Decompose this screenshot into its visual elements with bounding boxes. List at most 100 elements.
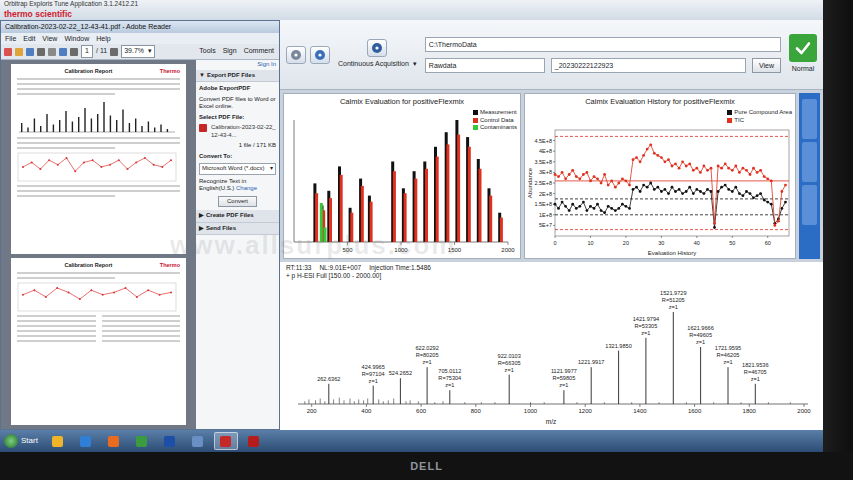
- report-trend-chart: [17, 152, 177, 182]
- path-field[interactable]: C:\ThermoData: [425, 37, 781, 52]
- minor-peak: [443, 401, 444, 404]
- tick-mark: [767, 236, 768, 238]
- side-tab[interactable]: [802, 142, 817, 182]
- report-bar: [72, 122, 73, 133]
- data-point: [756, 194, 759, 197]
- tick-mark: [347, 242, 348, 245]
- convert-button[interactable]: Convert: [218, 196, 257, 208]
- taskbar-button[interactable]: [242, 432, 266, 450]
- report-bar: [129, 123, 130, 132]
- data-point: [678, 188, 681, 191]
- data-point: [625, 205, 628, 208]
- menu-item[interactable]: Window: [64, 34, 89, 43]
- x-tick-label: 800: [471, 408, 482, 414]
- screen: Orbitrap Exploris Tune Application 3.1.2…: [0, 0, 823, 452]
- taskbar-button[interactable]: [186, 432, 210, 450]
- file-name: Calibration-2023-02-22_12-43-4...: [211, 124, 276, 139]
- legend-label: Control Data: [480, 117, 514, 125]
- minor-peak: [464, 402, 465, 404]
- tool-button[interactable]: Tools: [197, 46, 217, 57]
- suffix-field[interactable]: _20230222122923: [551, 58, 746, 73]
- zoom-value: 39.7%: [124, 46, 144, 57]
- page-number-field[interactable]: 1: [81, 45, 93, 58]
- data-point: [699, 171, 702, 174]
- tick-mark: [530, 404, 531, 407]
- data-point: [586, 171, 589, 174]
- limit-line: [555, 214, 789, 215]
- toolbar-icon[interactable]: [48, 48, 56, 56]
- minor-peak: [741, 402, 742, 404]
- file-field[interactable]: Rawdata: [425, 58, 545, 73]
- tool-button[interactable]: Sign: [221, 46, 239, 57]
- taskbar-button[interactable]: [130, 432, 154, 450]
- app-title: Orbitrap Exploris Tune Application 3.1.2…: [4, 0, 819, 9]
- recognize-row: Recognize Text in English(U.S.) Change: [199, 178, 276, 193]
- toolbar-icon[interactable]: [4, 48, 12, 56]
- pane-section[interactable]: ▶Create PDF Files: [196, 210, 279, 223]
- standby-button[interactable]: [286, 46, 306, 64]
- report-bar: [116, 120, 117, 132]
- sign-in-link[interactable]: Sign In: [196, 60, 279, 70]
- data-point: [607, 205, 610, 208]
- data-point: [720, 186, 723, 189]
- toolbar-icon[interactable]: [15, 48, 23, 56]
- data-point: [703, 192, 706, 195]
- acquisition-button[interactable]: [367, 39, 387, 57]
- workspace: Calibration-2023-02-22_12-43-41.pdf - Ad…: [0, 20, 823, 430]
- history-chart: Calmix Evaluation History for positiveFl…: [524, 93, 796, 259]
- series-line: [555, 183, 786, 228]
- data-point: [685, 190, 688, 193]
- trend-point: [159, 294, 161, 296]
- taskbar-button[interactable]: [74, 432, 98, 450]
- y-tick-label: 1E+8: [539, 212, 552, 218]
- report-bar: [167, 129, 168, 132]
- scan-header: RT:11:33NL:9.01E+007Injection Time:1.548…: [286, 264, 817, 272]
- peak: [728, 367, 729, 404]
- peak-label: R=49605: [689, 332, 712, 338]
- minor-peak: [659, 402, 660, 404]
- zoom-out-icon[interactable]: [110, 48, 118, 56]
- taskbar-button[interactable]: [102, 432, 126, 450]
- tick-mark: [311, 404, 312, 407]
- trend-point: [136, 296, 138, 298]
- trend-point: [83, 161, 85, 163]
- tick-mark: [553, 193, 555, 194]
- pane-section[interactable]: ▼Export PDF Files: [196, 70, 279, 83]
- monitor-row: Orbitrap Exploris Tune Application 3.1.2…: [0, 0, 853, 452]
- menu-item[interactable]: Help: [96, 34, 110, 43]
- bar: [414, 179, 417, 242]
- tool-button[interactable]: Comment: [242, 46, 276, 57]
- pane-section[interactable]: ▶Send Files: [196, 223, 279, 236]
- view-button[interactable]: View: [752, 58, 781, 73]
- taskbar-button[interactable]: [46, 432, 70, 450]
- chart-title: Calmix Evaluation History for positiveFl…: [525, 94, 795, 108]
- taskbar-button[interactable]: [158, 432, 182, 450]
- data-point: [710, 190, 713, 193]
- minor-peak: [530, 402, 531, 404]
- peak-label: R=46205: [717, 352, 740, 358]
- peak-label: z=1: [751, 376, 760, 382]
- tick-mark: [401, 242, 402, 245]
- start-button[interactable]: Start: [4, 434, 42, 448]
- mode-select[interactable]: Continuous Acquisition▾: [338, 59, 417, 70]
- toolbar-icon[interactable]: [70, 48, 78, 56]
- scan-info: RT:11:33: [286, 264, 311, 272]
- menu-item[interactable]: Edit: [23, 34, 35, 43]
- data-point: [564, 205, 567, 208]
- toolbar-icon[interactable]: [37, 48, 45, 56]
- zoom-field[interactable]: 39.7%▾: [121, 45, 155, 58]
- menu-item[interactable]: View: [42, 34, 57, 43]
- menu-item[interactable]: File: [5, 34, 16, 43]
- toolbar-icon[interactable]: [59, 48, 67, 56]
- side-tab[interactable]: [802, 185, 817, 225]
- toolbar-icon[interactable]: [26, 48, 34, 56]
- on-button[interactable]: [310, 46, 330, 64]
- format-select[interactable]: Microsoft Word (*.docx)▾: [199, 163, 276, 175]
- watermark: www.allsurplus.com: [170, 226, 456, 265]
- change-link[interactable]: Change: [236, 185, 257, 191]
- taskbar-button[interactable]: [214, 432, 238, 450]
- data-point: [617, 207, 620, 210]
- page-count: / 11: [96, 46, 107, 57]
- side-tab[interactable]: [802, 99, 817, 139]
- minor-peak: [768, 402, 769, 404]
